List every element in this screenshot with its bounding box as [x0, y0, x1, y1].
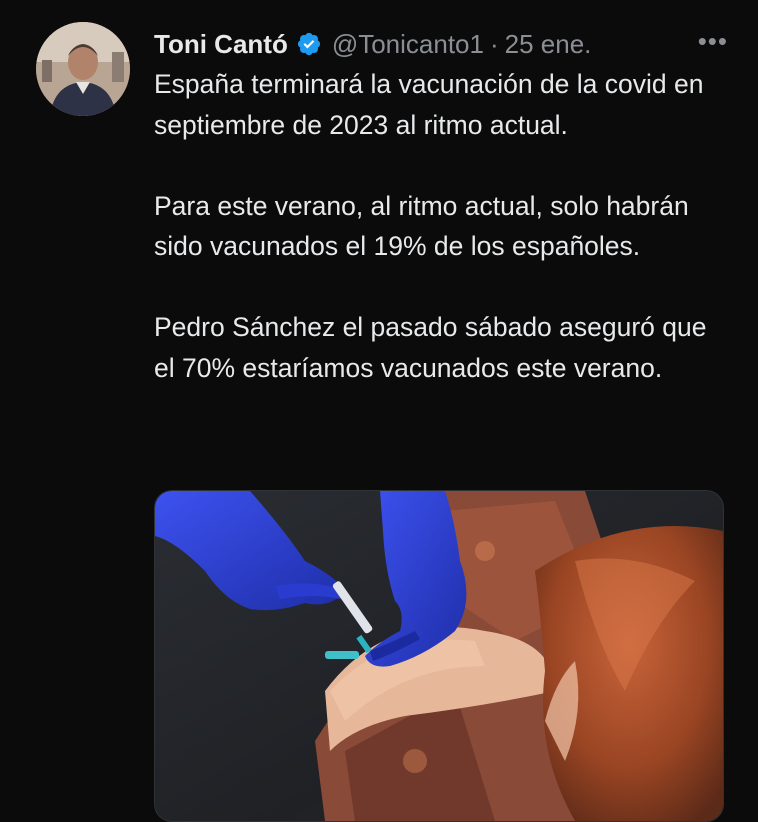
- tweet-paragraph: Para este verano, al ritmo actual, solo …: [154, 190, 689, 262]
- vaccination-photo: [155, 491, 723, 821]
- tweet-timestamp[interactable]: 25 ene.: [505, 29, 592, 60]
- separator-dot: ·: [489, 28, 499, 59]
- author-name[interactable]: Toni Cantó: [154, 29, 288, 60]
- avatar-image: [36, 22, 130, 116]
- verified-badge-icon: [296, 31, 322, 57]
- author-handle[interactable]: @Tonicanto1: [332, 29, 484, 60]
- tweet-text: España terminará la vacunación de la cov…: [154, 64, 734, 388]
- tweet-paragraph: Pedro Sánchez el pasado sábado aseguró q…: [154, 312, 707, 383]
- tweet-media[interactable]: [154, 490, 724, 822]
- tweet-paragraph: España terminará la vacunación de la cov…: [154, 69, 704, 140]
- more-options-icon[interactable]: •••: [698, 26, 728, 56]
- tweet[interactable]: Toni Cantó @Tonicanto1 · 25 ene. ••• Esp…: [0, 0, 758, 822]
- tweet-header: Toni Cantó @Tonicanto1 · 25 ene. •••: [154, 26, 728, 62]
- avatar[interactable]: [36, 22, 130, 116]
